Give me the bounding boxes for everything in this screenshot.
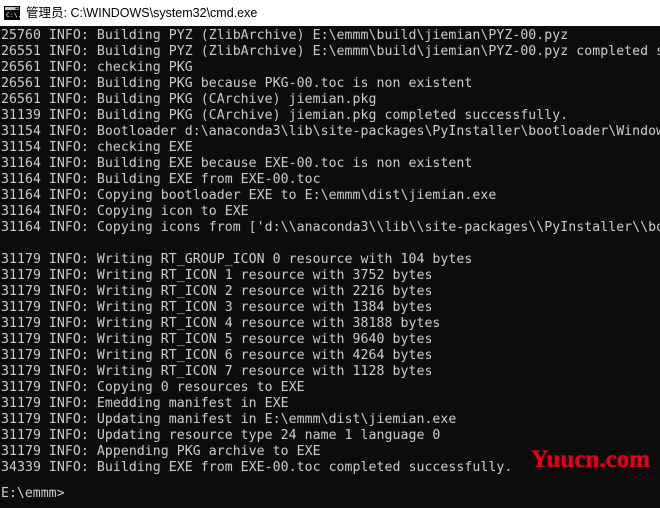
- console-line: 31179 INFO: Writing RT_ICON 4 resource w…: [1, 316, 441, 331]
- console-line: 31179 INFO: Emedding manifest in EXE: [1, 396, 289, 411]
- console-line: 26551 INFO: Building PYZ (ZlibArchive) E…: [1, 44, 660, 59]
- console-line: 31179 INFO: Writing RT_ICON 6 resource w…: [1, 348, 433, 363]
- console-line: 31164 INFO: Building EXE because EXE-00.…: [1, 156, 473, 171]
- cmd-window: C:\. 管理员: C:\WINDOWS\system32\cmd.exe 25…: [0, 0, 660, 508]
- window-title: 管理员: C:\WINDOWS\system32\cmd.exe: [26, 6, 258, 20]
- console-line: 31179 INFO: Writing RT_ICON 1 resource w…: [1, 268, 433, 283]
- command-prompt[interactable]: E:\emmm>: [1, 486, 65, 502]
- title-bar[interactable]: C:\. 管理员: C:\WINDOWS\system32\cmd.exe: [0, 0, 660, 26]
- console-line: 31179 INFO: Writing RT_ICON 2 resource w…: [1, 284, 433, 299]
- console-line: 34339 INFO: Building EXE from EXE-00.toc…: [1, 460, 513, 475]
- console-line: 31179 INFO: Writing RT_ICON 7 resource w…: [1, 364, 433, 379]
- console-line: 31154 INFO: Bootloader d:\anaconda3\lib\…: [1, 124, 660, 139]
- console-line: 31179 INFO: Copying 0 resources to EXE: [1, 380, 305, 395]
- console-line: 31179 INFO: Writing RT_ICON 3 resource w…: [1, 300, 433, 315]
- console-line: 31164 INFO: Building EXE from EXE-00.toc: [1, 172, 321, 187]
- console-line: 31164 INFO: Copying icons from ['d:\\ana…: [1, 220, 660, 235]
- console-line: 26561 INFO: Building PKG (CArchive) jiem…: [1, 92, 377, 107]
- console-line: 31164 INFO: Copying icon to EXE: [1, 204, 249, 219]
- svg-text:C:\.: C:\.: [6, 11, 20, 19]
- console-line: 31179 INFO: Writing RT_ICON 5 resource w…: [1, 332, 433, 347]
- console-line: 31154 INFO: checking EXE: [1, 140, 193, 155]
- console-line: 31164 INFO: Copying bootloader EXE to E:…: [1, 188, 497, 203]
- console-line: 31179 INFO: Updating resource type 24 na…: [1, 428, 441, 443]
- console-line: 26561 INFO: Building PKG because PKG-00.…: [1, 76, 473, 91]
- console-line: 31179 INFO: Updating manifest in E:\emmm…: [1, 412, 457, 427]
- console-output-area[interactable]: 25760 INFO: Building PYZ (ZlibArchive) E…: [0, 26, 660, 508]
- console-line: 31179 INFO: Appending PKG archive to EXE: [1, 444, 321, 459]
- console-line: 31139 INFO: Building PKG (CArchive) jiem…: [1, 108, 569, 123]
- console-lines: 25760 INFO: Building PYZ (ZlibArchive) E…: [1, 28, 660, 508]
- console-line: 26561 INFO: checking PKG: [1, 60, 193, 75]
- cmd-console-icon: C:\.: [4, 5, 22, 21]
- console-line: 25760 INFO: Building PYZ (ZlibArchive) E…: [1, 28, 569, 43]
- console-line: 31179 INFO: Writing RT_GROUP_ICON 0 reso…: [1, 252, 473, 267]
